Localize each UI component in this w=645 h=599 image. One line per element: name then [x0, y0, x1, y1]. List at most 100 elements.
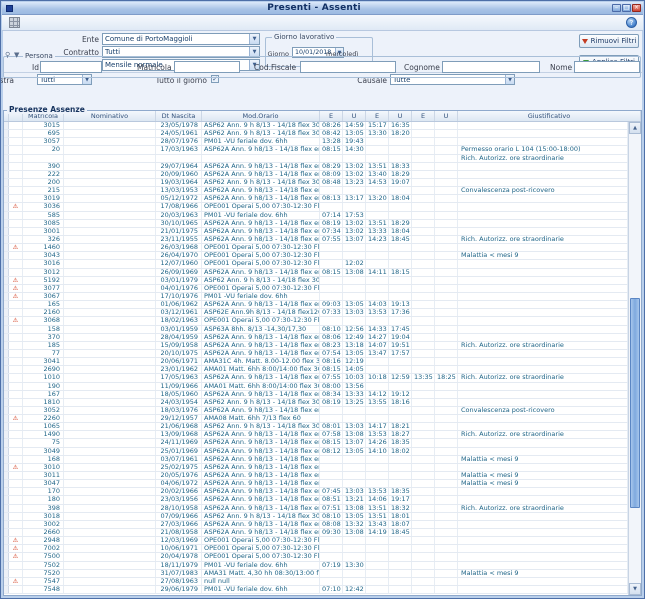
- minimize-button[interactable]: –: [612, 4, 621, 12]
- table-row[interactable]: 17020/02/1966ASP62A Ann. 9 h8/13 - 14/18…: [4, 488, 628, 496]
- table-row[interactable]: 19011/09/1966AMA01 Matt. 6hh 8:00/14:00 …: [4, 383, 628, 391]
- cell-mod_orario: ASP62A Ann. 9 h8/13 - 14/18 flex entr.12…: [202, 448, 320, 455]
- table-row[interactable]: 300227/03/1966ASP62A Ann. 9 h8/13 - 14/1…: [4, 521, 628, 529]
- cell-mod_orario: ASP62A Ann. 9 h8/13 - 14/18 flex entr.12…: [202, 439, 320, 446]
- table-row[interactable]: 22220/09/1960ASP62A Ann. 9 h8/13 - 14/18…: [4, 171, 628, 179]
- column-header[interactable]: Dt Nascita: [156, 111, 202, 121]
- table-row[interactable]: 301120/05/1976ASP62A Ann. 9 h8/13 - 14/1…: [4, 472, 628, 480]
- table-row[interactable]: 58520/03/1963PM01 -VU feriale dov. 6hh07…: [4, 212, 628, 220]
- key-icon[interactable]: ⚲: [5, 51, 10, 59]
- cell-u2: [389, 464, 412, 471]
- close-button[interactable]: ×: [632, 4, 641, 12]
- cell-giustificativo: Malattia < mesi 9: [458, 480, 628, 487]
- table-row[interactable]: 32623/11/1955ASP62A Ann. 9 h8/13 - 14/18…: [4, 236, 628, 244]
- table-row[interactable]: 101017/05/1963ASP62A Ann. 9 h8/13 - 14/1…: [4, 374, 628, 382]
- cognome-field[interactable]: [442, 61, 540, 73]
- matricola-field[interactable]: [174, 61, 240, 73]
- column-header[interactable]: U: [389, 111, 412, 121]
- cell-nominativo: [64, 505, 156, 512]
- id-field[interactable]: [40, 61, 102, 73]
- cell-u3: [435, 228, 458, 235]
- table-row[interactable]: 301905/12/1972ASP62A Ann. 9 h8/13 - 14/1…: [4, 195, 628, 203]
- column-header[interactable]: U: [435, 111, 458, 121]
- table-row[interactable]: ⚠306818/02/1963OPE001 Operai 5,00 07:30-…: [4, 317, 628, 325]
- scrollbar-thumb[interactable]: [630, 298, 640, 508]
- grid-icon[interactable]: [9, 17, 20, 28]
- cell-u2: 18:35: [389, 439, 412, 446]
- ente-combo[interactable]: Comune di PortoMaggioli ▼: [102, 33, 260, 45]
- table-row[interactable]: Rich. Autorizz. ore straordinarie: [4, 155, 628, 163]
- nome-field[interactable]: [574, 61, 640, 73]
- help-icon[interactable]: ?: [626, 17, 637, 28]
- table-row[interactable]: 7524/11/1969ASP62A Ann. 9 h8/13 - 14/18 …: [4, 439, 628, 447]
- table-row[interactable]: ⚠146026/03/1968OPE001 Operai 5,00 07:30-…: [4, 244, 628, 252]
- cell-e1: 08:29: [320, 163, 343, 170]
- cell-dt_nascita: 31/07/1983: [156, 570, 202, 577]
- table-row[interactable]: 37028/04/1959ASP62A Ann. 9 h8/13 - 14/18…: [4, 334, 628, 342]
- table-row[interactable]: 18515/09/1958ASP62A Ann. 9 h8/13 - 14/18…: [4, 342, 628, 350]
- table-row[interactable]: 301226/09/1969ASP62A Ann. 9 h8/13 - 14/1…: [4, 269, 628, 277]
- table-row[interactable]: 16501/06/1962ASP62A Ann. 9 h8/13 - 14/18…: [4, 301, 628, 309]
- table-row[interactable]: 216003/12/1961ASP62E Ann.9h 8/13 - 14/18…: [4, 309, 628, 317]
- table-row[interactable]: 149013/09/1968ASP62A Ann. 9 h8/13 - 14/1…: [4, 431, 628, 439]
- table-row[interactable]: 750218/11/1979PM01 -VU feriale dov. 6hh0…: [4, 562, 628, 570]
- scroll-down-button[interactable]: ▼: [629, 583, 641, 595]
- cell-nominativo: [64, 488, 156, 495]
- filter-icon[interactable]: ▼: [14, 51, 19, 59]
- table-row[interactable]: ⚠301025/02/1975ASP62A Ann. 9 h8/13 - 14/…: [4, 464, 628, 472]
- table-row[interactable]: ⚠306717/10/1976PM01 -VU feriale dov. 6hh: [4, 293, 628, 301]
- cell-matricola: 1810: [23, 399, 64, 406]
- table-row[interactable]: 16803/07/1961ASP62A Ann. 9 h8/13 - 14/18…: [4, 456, 628, 464]
- rimuovi-filtri-button[interactable]: Rimuovi Filtri: [579, 34, 639, 48]
- table-row[interactable]: ⚠750020/04/1978OPE001 Operai 5,00 07:30-…: [4, 553, 628, 561]
- table-row[interactable]: 301807/09/1966ASP62 Ann. 9 h 8/13 - 14/1…: [4, 513, 628, 521]
- column-header[interactable]: E: [412, 111, 435, 121]
- table-row[interactable]: 181024/03/1954ASP62 Ann. 9 h 8/13 - 14/1…: [4, 399, 628, 407]
- table-row[interactable]: 69524/05/1961ASP62 Ann. 9 h 8/13 - 14/18…: [4, 130, 628, 138]
- table-row[interactable]: 752031/07/1983AMA31 Matt. 4,30 hh 08:30/…: [4, 570, 628, 578]
- table-row[interactable]: 305218/03/1976ASP62A Ann. 9 h8/13 - 14/1…: [4, 407, 628, 415]
- warning-icon: [9, 146, 23, 153]
- table-row[interactable]: ⚠519203/01/1979ASP62 Ann. 9 h 8/13 - 14/…: [4, 277, 628, 285]
- table-row[interactable]: 39828/10/1958ASP62A Ann. 9 h8/13 - 14/18…: [4, 505, 628, 513]
- warning-icon: [9, 301, 23, 308]
- table-row[interactable]: 21513/03/1953ASP62A Ann. 9 h8/13 - 14/18…: [4, 187, 628, 195]
- maximize-button[interactable]: □: [622, 4, 631, 12]
- table-row[interactable]: 301523/05/1978ASP62 Ann. 9 h 8/13 - 14/1…: [4, 122, 628, 130]
- table-row[interactable]: ⚠303617/08/1966OPE001 Operai 5,00 07:30-…: [4, 203, 628, 211]
- table-row[interactable]: ⚠294812/03/1969OPE001 Operai 5,00 07:30-…: [4, 537, 628, 545]
- table-row[interactable]: ⚠700210/06/1971OPE001 Operai 5,00 07:30-…: [4, 545, 628, 553]
- table-row[interactable]: ⚠307704/01/1976OPE001 Operai 5,00 07:30-…: [4, 285, 628, 293]
- table-row[interactable]: 300121/01/1975ASP62A Ann. 9 h8/13 - 14/1…: [4, 228, 628, 236]
- table-row[interactable]: 304704/06/1972ASP62A Ann. 9 h8/13 - 14/1…: [4, 480, 628, 488]
- table-row[interactable]: 308530/10/1965ASP62A Ann. 9 h8/13 - 14/1…: [4, 220, 628, 228]
- table-row[interactable]: 7720/10/1975ASP62A Ann. 9 h8/13 - 14/18 …: [4, 350, 628, 358]
- column-header[interactable]: U: [343, 111, 366, 121]
- table-row[interactable]: ⚠226029/12/1957AMA08 Matt. 6hh 7/13 flex…: [4, 415, 628, 423]
- column-header[interactable]: Giustificativo: [458, 111, 641, 121]
- column-header[interactable]: Mod.Orario: [202, 111, 320, 121]
- table-row[interactable]: 269023/01/1962AMA01 Matt. 6hh 8:00/14:00…: [4, 366, 628, 374]
- table-row[interactable]: 301612/07/1960OPE001 Operai 5,00 07:30-1…: [4, 260, 628, 268]
- table-row[interactable]: 18023/03/1956ASP62A Ann. 9 h8/13 - 14/18…: [4, 496, 628, 504]
- table-row[interactable]: 39029/07/1964ASP62A Ann. 9 h8/13 - 14/18…: [4, 163, 628, 171]
- table-row[interactable]: 15803/01/1959ASP63A 8hh. 8/13 -14,30/17,…: [4, 326, 628, 334]
- column-header[interactable]: E: [366, 111, 389, 121]
- scroll-up-button[interactable]: ▲: [629, 122, 641, 134]
- table-row[interactable]: 2017/03/1963ASP62A Ann. 9 h8/13 - 14/18 …: [4, 146, 628, 154]
- column-header[interactable]: E: [320, 111, 343, 121]
- table-row[interactable]: 754829/06/1979PM01 -VU feriale dov. 6hh0…: [4, 586, 628, 594]
- cod-fiscale-field[interactable]: [300, 61, 396, 73]
- table-row[interactable]: ⚠754727/08/1963null null: [4, 578, 628, 586]
- table-row[interactable]: 16718/05/1960ASP62A Ann. 9 h8/13 - 14/18…: [4, 391, 628, 399]
- table-row[interactable]: 304326/04/1970OPE001 Operai 5,00 07:30-1…: [4, 252, 628, 260]
- table-row[interactable]: 266021/08/1958ASP62A Ann. 9 h8/13 - 14/1…: [4, 529, 628, 537]
- table-row[interactable]: 305728/07/1976PM01 -VU feriale dov. 6hh1…: [4, 138, 628, 146]
- warning-icon: ⚠: [9, 244, 23, 251]
- table-row[interactable]: 106521/06/1968ASP62 Ann. 9 h 8/13 - 14/1…: [4, 423, 628, 431]
- table-row[interactable]: 20019/03/1964ASP62 Ann. 9 h 8/13 - 14/18…: [4, 179, 628, 187]
- vertical-scrollbar[interactable]: ▲ ▼: [628, 122, 641, 595]
- chevron-down-icon[interactable]: ▼: [249, 34, 259, 44]
- table-row[interactable]: 304120/06/1971AMA31C 4h. Matt. 8.00-12.0…: [4, 358, 628, 366]
- table-row[interactable]: 304925/01/1969ASP62A Ann. 9 h8/13 - 14/1…: [4, 448, 628, 456]
